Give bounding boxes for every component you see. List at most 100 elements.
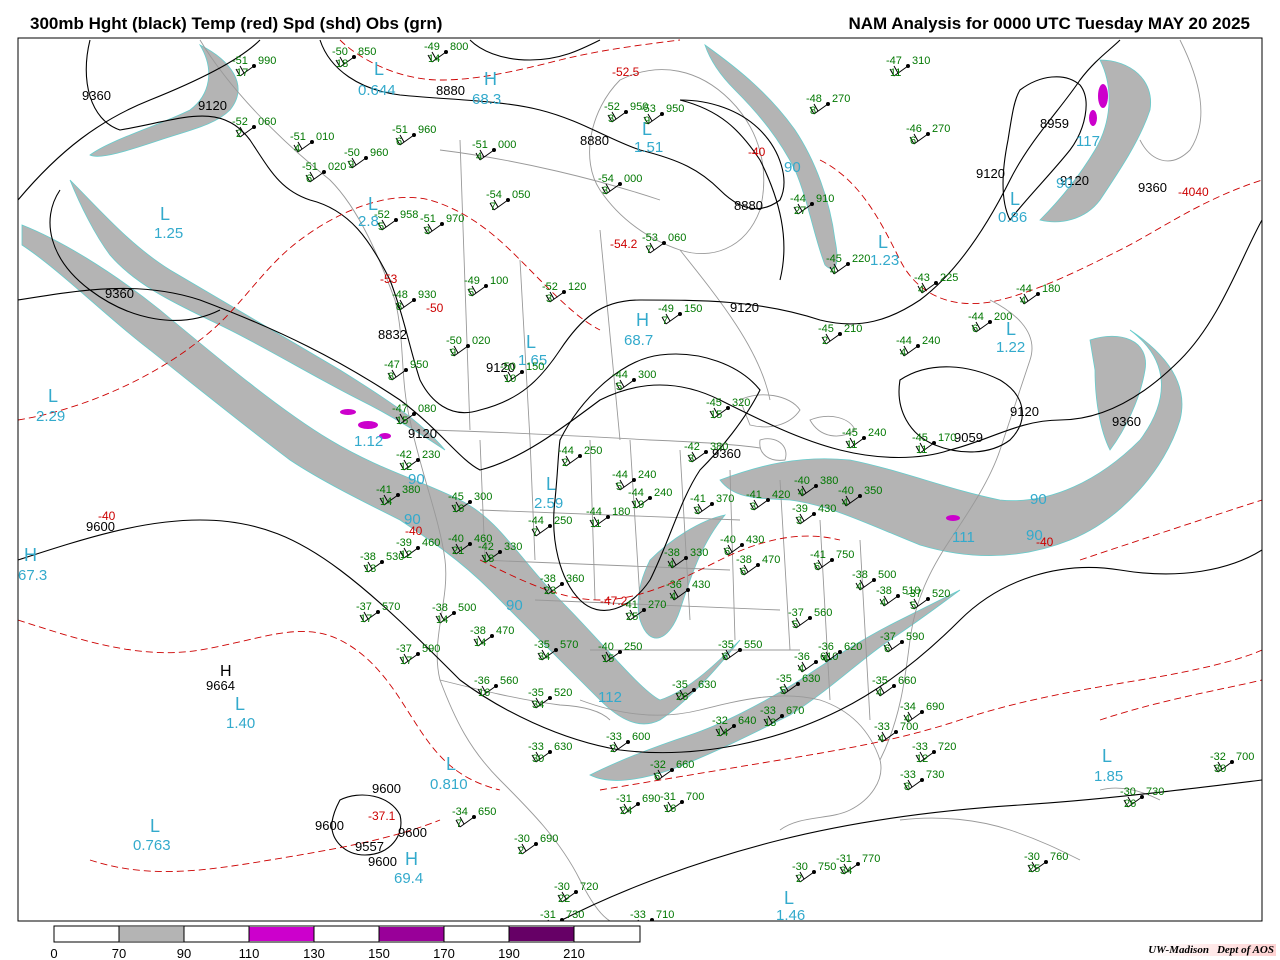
temperature-label: -4040 bbox=[1178, 185, 1209, 199]
station-dot bbox=[906, 64, 910, 68]
station-dot bbox=[812, 512, 816, 516]
ob-temperature: -52 bbox=[232, 116, 248, 128]
weather-map: 9360 9120 8880 8880 8880 8959 9120 9360 … bbox=[17, 37, 1263, 960]
ob-temperature: -36 bbox=[474, 675, 490, 687]
ob-temperature: -40 bbox=[720, 534, 736, 546]
center-value: 1.22 bbox=[996, 339, 1025, 356]
height-label: 9664 bbox=[206, 678, 235, 693]
ob-height: 230 bbox=[422, 449, 440, 461]
ob-dewpoint-depression: 5 bbox=[910, 600, 916, 612]
station-dot bbox=[856, 862, 860, 866]
speed-label: 90 bbox=[404, 511, 421, 528]
station-dot bbox=[484, 284, 488, 288]
ob-height: 470 bbox=[762, 554, 780, 566]
ob-height: 730 bbox=[1146, 786, 1164, 798]
height-label: 8832 bbox=[378, 327, 407, 342]
ob-dewpoint-depression: 4 bbox=[876, 687, 882, 699]
station-dot bbox=[412, 298, 416, 302]
ob-dewpoint-depression: 6 bbox=[722, 651, 728, 663]
ob-temperature: -38 bbox=[470, 625, 486, 637]
ob-height: 958 bbox=[400, 209, 418, 221]
ob-dewpoint-depression: 7 bbox=[532, 527, 538, 539]
ob-temperature: -42 bbox=[684, 441, 700, 453]
center-value: 1.25 bbox=[154, 225, 183, 242]
ob-height: 660 bbox=[676, 759, 694, 771]
station-dot bbox=[560, 582, 564, 586]
height-label: 9360 bbox=[105, 286, 134, 301]
ob-dewpoint-depression: 25 bbox=[626, 611, 638, 623]
station-dot bbox=[506, 198, 510, 202]
ob-height: 330 bbox=[690, 547, 708, 559]
ob-height: 310 bbox=[912, 55, 930, 67]
ob-temperature: -38 bbox=[876, 585, 892, 597]
station-dot bbox=[520, 370, 524, 374]
ob-height: 600 bbox=[632, 731, 650, 743]
ob-dewpoint-depression: 16 bbox=[664, 803, 676, 815]
ob-temperature: -44 bbox=[628, 487, 644, 499]
ob-temperature: -37 bbox=[880, 631, 896, 643]
center-letter: L bbox=[526, 332, 536, 352]
height-label: 9120 bbox=[408, 426, 437, 441]
ob-height: 240 bbox=[638, 469, 656, 481]
center-letter: L bbox=[546, 474, 556, 494]
ob-dewpoint-depression: 3 bbox=[796, 515, 802, 527]
ob-temperature: -30 bbox=[1024, 851, 1040, 863]
ob-temperature: -33 bbox=[606, 731, 622, 743]
legend-tick: 170 bbox=[433, 946, 455, 960]
ob-dewpoint-depression: 4 bbox=[1020, 295, 1026, 307]
ob-dewpoint-depression: 7 bbox=[646, 244, 652, 256]
ob-temperature: -44 bbox=[612, 469, 628, 481]
station-dot bbox=[412, 133, 416, 137]
ob-dewpoint-depression: 13 bbox=[764, 717, 776, 729]
station-dot bbox=[1044, 860, 1048, 864]
ob-temperature: -53 bbox=[642, 232, 658, 244]
ob-temperature: -35 bbox=[718, 639, 734, 651]
station-dot bbox=[756, 563, 760, 567]
ob-dewpoint-depression: 3 bbox=[750, 501, 756, 513]
center-value: 1.12 bbox=[354, 433, 383, 450]
ob-dewpoint-depression: 5 bbox=[792, 619, 798, 631]
ob-height: 950 bbox=[666, 103, 684, 115]
ob-temperature: -32 bbox=[1210, 751, 1226, 763]
ob-height: 020 bbox=[328, 161, 346, 173]
ob-height: 520 bbox=[932, 588, 950, 600]
ob-temperature: -44 bbox=[896, 335, 912, 347]
ob-dewpoint-depression: 2 bbox=[236, 128, 242, 140]
ob-dewpoint-depression: 3 bbox=[424, 225, 430, 237]
station-dot bbox=[812, 870, 816, 874]
ob-temperature: -47 bbox=[392, 403, 408, 415]
ob-dewpoint-depression: 6 bbox=[910, 135, 916, 147]
ob-dewpoint-depression: 7 bbox=[456, 818, 462, 830]
height-label: 9120 bbox=[1010, 404, 1039, 419]
station-dot bbox=[1230, 760, 1234, 764]
ob-height: 200 bbox=[994, 311, 1012, 323]
ob-height: 730 bbox=[566, 909, 584, 921]
ob-dewpoint-depression: 8 bbox=[388, 371, 394, 383]
station-dot bbox=[574, 890, 578, 894]
ob-height: 225 bbox=[940, 272, 958, 284]
station-dot bbox=[492, 148, 496, 152]
ob-temperature: -51 bbox=[420, 213, 436, 225]
ob-temperature: -34 bbox=[900, 701, 916, 713]
ob-temperature: -40 bbox=[838, 485, 854, 497]
ob-height: 750 bbox=[836, 549, 854, 561]
ob-dewpoint-depression: 12 bbox=[916, 753, 928, 765]
ob-dewpoint-depression: 18 bbox=[482, 553, 494, 565]
ob-temperature: -32 bbox=[650, 759, 666, 771]
center-letter: L bbox=[878, 232, 888, 252]
temperature-label: -52.5 bbox=[612, 65, 640, 79]
station-dot bbox=[252, 64, 256, 68]
station-dot bbox=[412, 412, 416, 416]
jet-core-110 bbox=[1098, 84, 1108, 108]
speed-label: 90 bbox=[1026, 527, 1043, 544]
ob-height: 700 bbox=[1236, 751, 1254, 763]
ob-height: 500 bbox=[458, 602, 476, 614]
center-letter: L bbox=[374, 59, 384, 79]
ob-height: 270 bbox=[832, 93, 850, 105]
center-value: 68.7 bbox=[624, 332, 653, 349]
ob-height: 350 bbox=[864, 485, 882, 497]
ob-height: 560 bbox=[814, 607, 832, 619]
ob-temperature: -35 bbox=[872, 675, 888, 687]
height-label: 9360 bbox=[1138, 180, 1167, 195]
station-dot bbox=[846, 262, 850, 266]
